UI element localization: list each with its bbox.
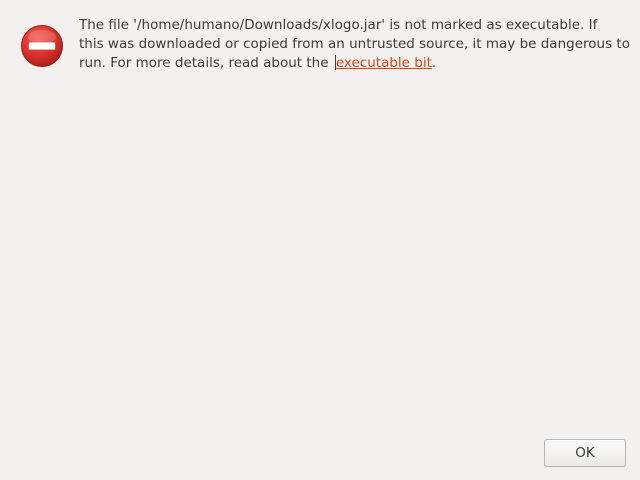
message-line-1: The file '/home/humano/Downloads/xlogo.j… <box>79 17 598 33</box>
error-message: The file '/home/humano/Downloads/xlogo.j… <box>79 16 630 73</box>
message-line-3: run. For more details, read about the ex… <box>79 54 627 73</box>
message-line-3-period: . <box>431 55 437 71</box>
error-icon <box>21 25 63 67</box>
message-line-2: this was downloaded or copied from an un… <box>79 36 630 52</box>
executable-bit-link[interactable]: executable bit <box>336 55 432 71</box>
message-line-3-text: run. For more details, read about the <box>79 55 333 71</box>
error-dialog: The file '/home/humano/Downloads/xlogo.j… <box>0 0 640 480</box>
ok-button[interactable]: OK <box>544 439 626 467</box>
